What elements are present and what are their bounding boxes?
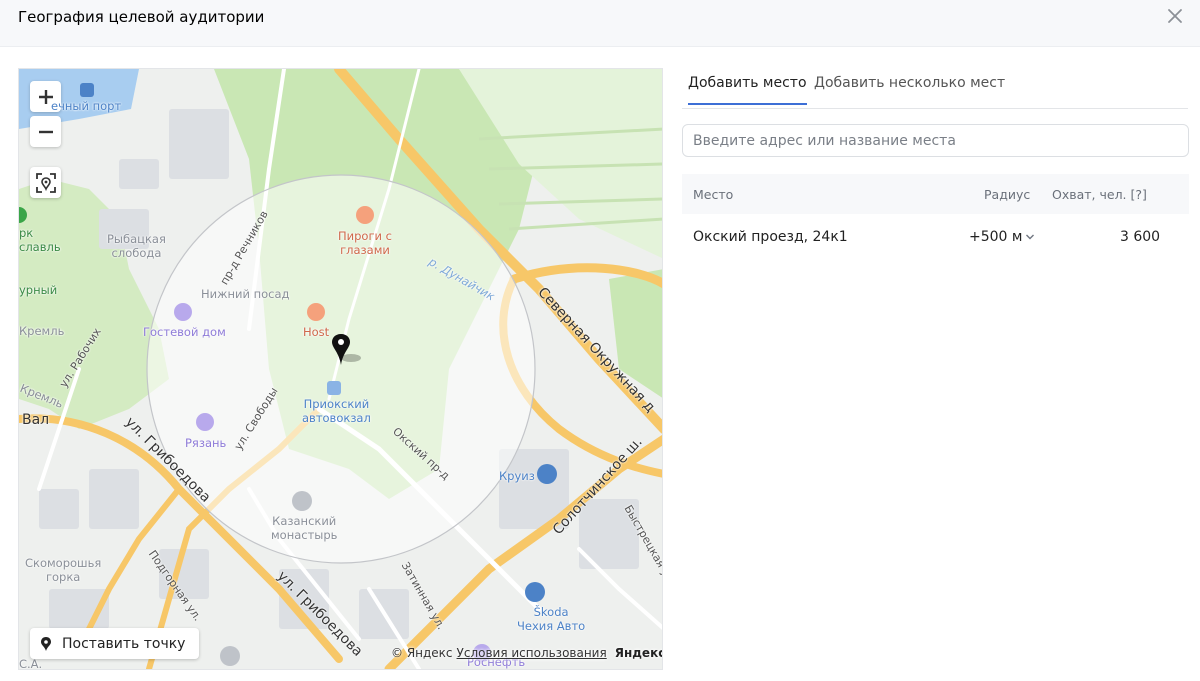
map-label-nizhny-posad: Нижний посад xyxy=(201,287,290,301)
chevron-down-icon xyxy=(1026,234,1035,240)
map-label-park: рк славль xyxy=(19,226,61,254)
yandex-logo: Яндекс xyxy=(614,646,663,660)
map-label-skomoroshya: Скоморошья горка xyxy=(25,556,102,584)
row-place: Окский проезд, 24к1 xyxy=(693,229,848,245)
map-copyright: © Яндекс Условия использования Яндекс xyxy=(391,646,663,660)
map-label-skoda: Škoda Чехия Авто xyxy=(517,605,586,633)
tab-add-place[interactable]: Добавить место xyxy=(688,75,807,105)
locate-icon xyxy=(35,172,56,193)
map-label-kruiz: Круиз xyxy=(499,469,535,483)
map-label-bus-station: Приокский автовокзал xyxy=(302,397,371,425)
set-point-label: Поставить точку xyxy=(62,635,186,652)
close-icon[interactable] xyxy=(1166,7,1184,25)
row-radius-select[interactable]: +500 м xyxy=(969,229,1035,245)
map-label-urny: урный xyxy=(19,283,58,297)
tab-add-multiple-places[interactable]: Добавить несколько мест xyxy=(814,75,1005,103)
table-header: Место Радиус Охват, чел. [?] xyxy=(682,174,1189,214)
dialog-header: География целевой аудитории xyxy=(0,0,1200,47)
minus-icon xyxy=(38,130,53,133)
map[interactable]: ечный порт Рыбацкая слобода рк славль ур… xyxy=(18,68,663,670)
zoom-out-button[interactable] xyxy=(30,116,61,147)
row-reach: 3 600 xyxy=(1120,229,1161,245)
row-radius-value: +500 м xyxy=(969,229,1023,245)
map-label-pies: Пироги с глазами xyxy=(338,229,392,257)
pin-icon xyxy=(41,636,51,651)
address-search-input[interactable] xyxy=(682,124,1189,157)
map-label-river-port: ечный порт xyxy=(51,99,122,113)
map-label-kreml1: Кремль xyxy=(19,324,65,338)
column-header-radius: Радиус xyxy=(984,187,1031,202)
map-label-kazan-monastery: Казанский монастырь xyxy=(271,514,338,542)
column-header-place: Место xyxy=(693,187,734,202)
copyright-text: © Яндекс xyxy=(391,646,453,660)
dialog-title: География целевой аудитории xyxy=(18,8,265,26)
marker-shadow xyxy=(341,354,361,362)
tabs: Добавить место Добавить несколько мест xyxy=(682,68,1188,109)
terms-link[interactable]: Условия использования xyxy=(457,646,607,660)
map-label-val: Вал xyxy=(22,412,50,428)
map-label-guest-house: Гостевой дом xyxy=(143,325,226,339)
map-label-ryazan: Рязань xyxy=(185,436,227,450)
set-point-button[interactable]: Поставить точку xyxy=(30,628,200,659)
map-label-fishing-settlement: Рыбацкая слобода xyxy=(107,232,166,260)
table-row: Окский проезд, 24к1 +500 м 3 600 xyxy=(682,214,1189,260)
geolocation-button[interactable] xyxy=(30,167,61,198)
map-canvas[interactable] xyxy=(19,69,663,670)
column-header-reach[interactable]: Охват, чел. [?] xyxy=(1052,187,1147,202)
map-label-host: Host xyxy=(303,325,330,339)
